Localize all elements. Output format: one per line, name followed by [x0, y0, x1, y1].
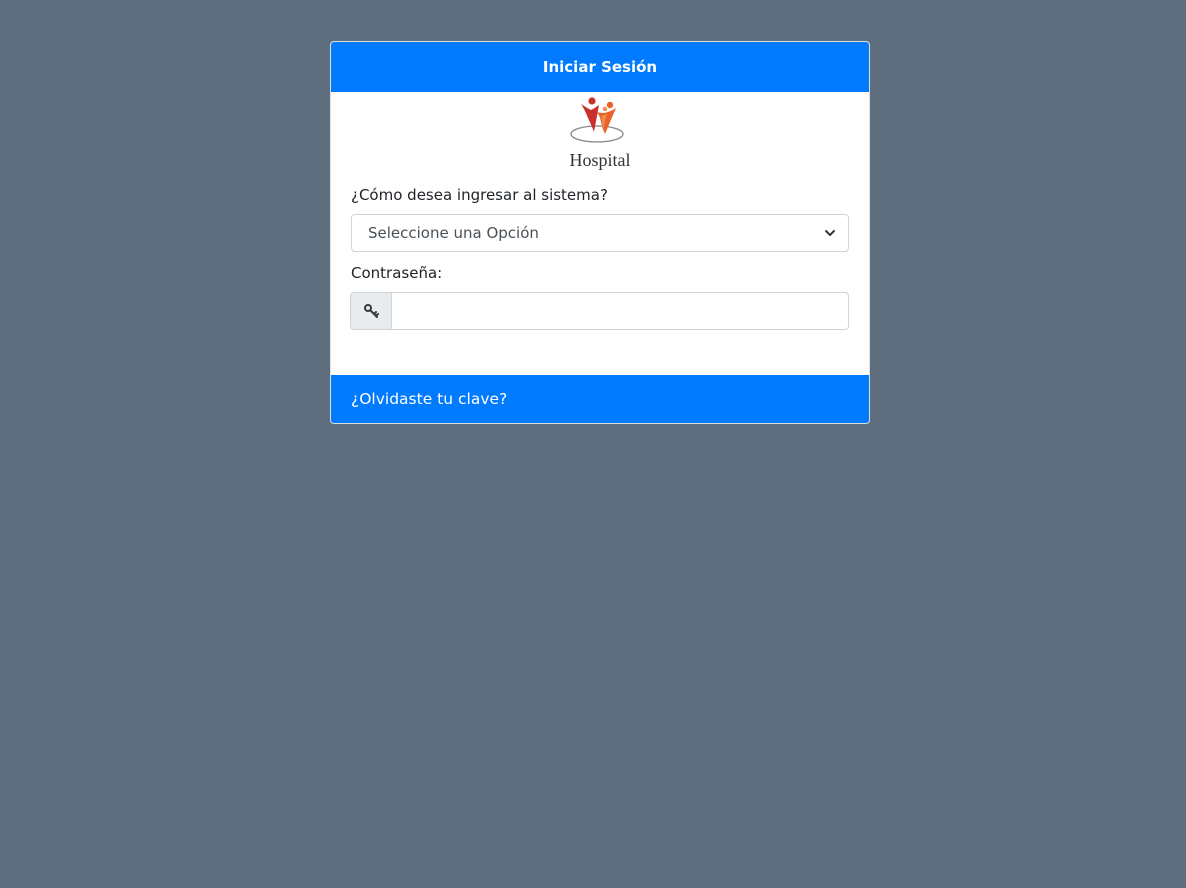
- logo-text: Hospital: [570, 150, 631, 170]
- password-input-group: [350, 292, 849, 330]
- login-mode-select-value: Seleccione una Opción: [368, 224, 539, 242]
- hospital-logo: Hospital: [570, 97, 631, 170]
- login-mode-label: ¿Cómo desea ingresar al sistema?: [351, 186, 608, 204]
- login-mode-select[interactable]: Seleccione una Opción: [351, 214, 849, 252]
- password-label: Contraseña:: [351, 264, 443, 282]
- key-icon: [350, 292, 392, 330]
- login-header: Iniciar Sesión: [331, 42, 869, 92]
- forgot-password-link[interactable]: ¿Olvidaste tu clave?: [331, 375, 869, 423]
- password-input[interactable]: [392, 292, 849, 330]
- chevron-down-icon: [824, 227, 836, 239]
- forgot-password-text: ¿Olvidaste tu clave?: [351, 390, 508, 408]
- login-card: Iniciar Sesión Hospital ¿Cómo desea ingr…: [330, 41, 870, 424]
- login-title: Iniciar Sesión: [542, 58, 658, 76]
- login-body: Hospital ¿Cómo desea ingresar al sistema…: [331, 92, 869, 375]
